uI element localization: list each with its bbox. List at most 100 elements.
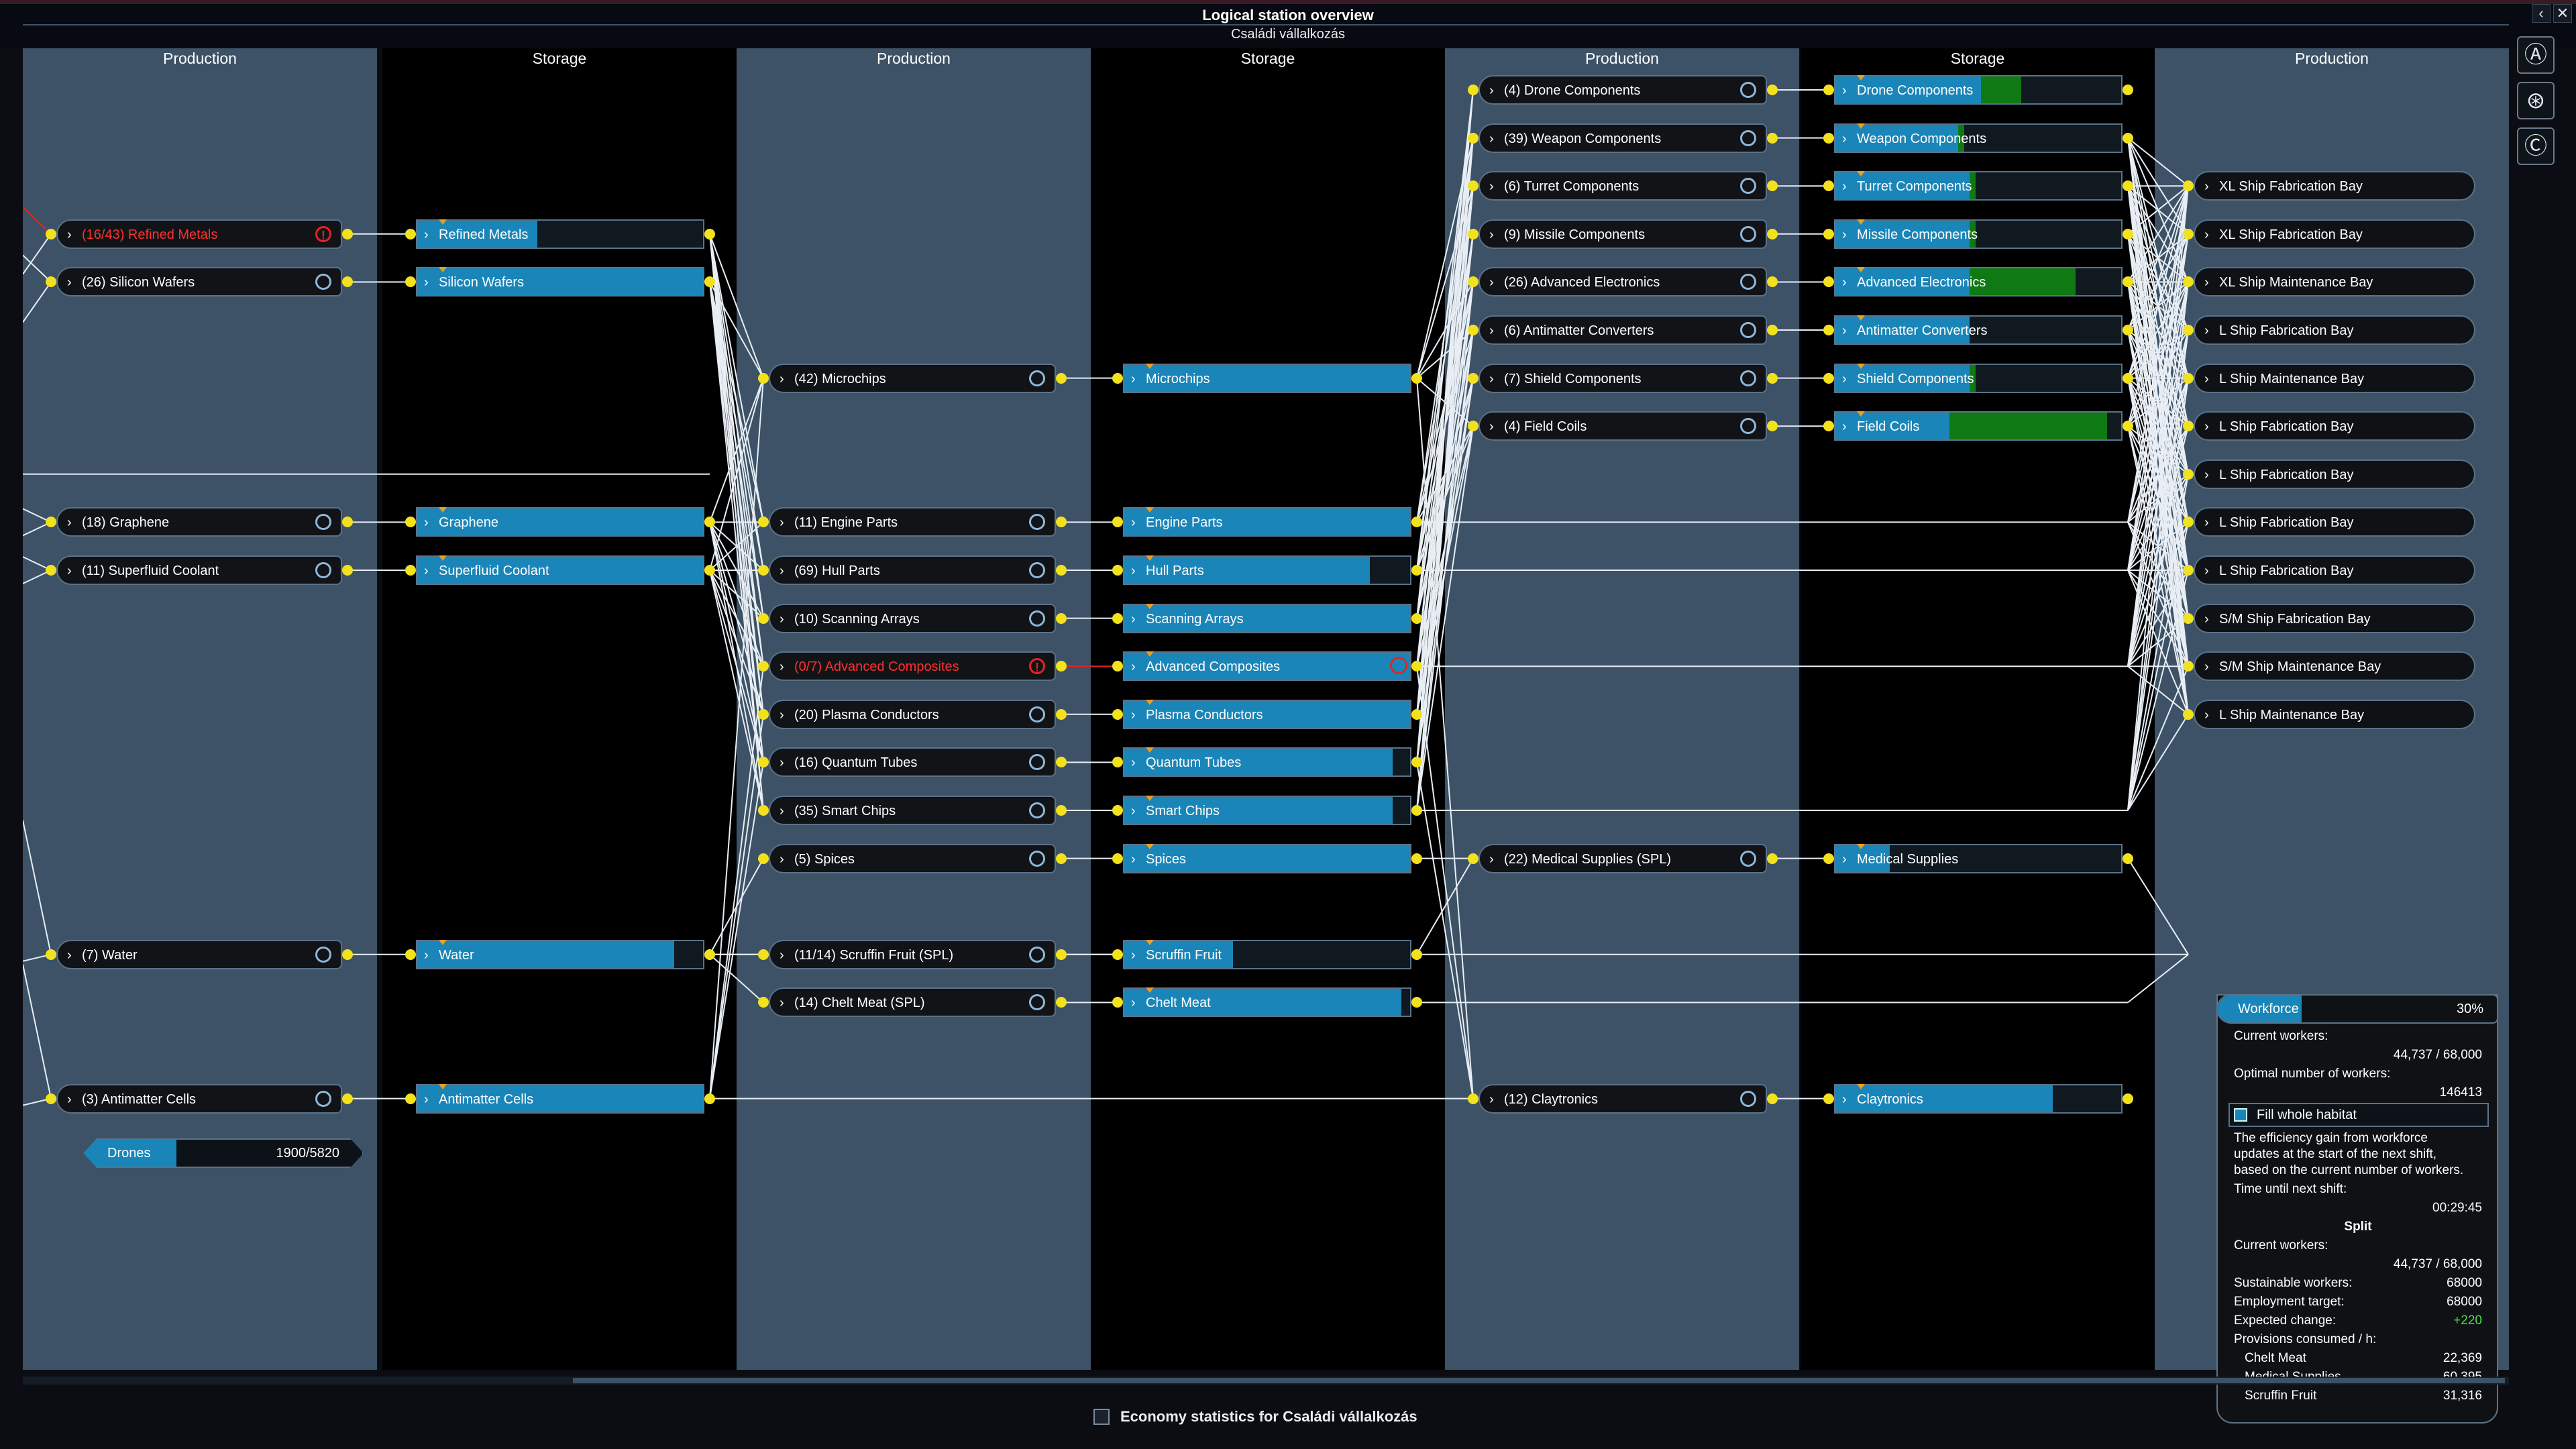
input-port[interactable] (2183, 612, 2194, 624)
storage-module[interactable]: › Weapon Components (1834, 123, 2123, 153)
chevron-right-icon[interactable]: › (424, 508, 429, 537)
production-module[interactable]: › (20) Plasma Conductors (769, 699, 1056, 729)
chevron-right-icon[interactable]: › (1131, 557, 1136, 585)
output-port[interactable] (1411, 853, 1422, 864)
storage-module[interactable]: › Antimatter Cells (416, 1083, 704, 1114)
storage-module[interactable]: › Plasma Conductors (1123, 699, 1411, 729)
storage-module[interactable]: › Shield Components (1834, 363, 2123, 393)
storage-module[interactable]: › Advanced Electronics (1834, 267, 2123, 297)
input-port[interactable] (46, 1093, 56, 1104)
production-module[interactable]: › (3) Antimatter Cells (56, 1083, 342, 1114)
input-port[interactable] (46, 228, 56, 239)
drones-bar[interactable]: Drones 1900/5820 (83, 1138, 364, 1168)
input-port[interactable] (2183, 565, 2194, 576)
chevron-right-icon[interactable]: › (67, 557, 72, 585)
production-module[interactable]: › (26) Advanced Electronics (1479, 267, 1767, 297)
production-module[interactable]: › (0/7) Advanced Composites (769, 651, 1056, 682)
chevron-right-icon[interactable]: › (1842, 413, 1847, 441)
side-tool-a[interactable]: Ⓐ (2517, 36, 2555, 74)
chevron-right-icon[interactable]: › (424, 941, 429, 969)
storage-module[interactable]: › Engine Parts (1123, 507, 1411, 537)
input-port[interactable] (1112, 949, 1123, 960)
gear-icon[interactable] (1029, 514, 1045, 531)
chevron-right-icon[interactable]: › (67, 268, 72, 297)
output-port[interactable] (2123, 132, 2133, 144)
output-port[interactable] (2123, 228, 2133, 239)
ship-bay-module[interactable]: › L Ship Fabrication Bay (2194, 459, 2475, 489)
input-port[interactable] (1823, 325, 1834, 335)
input-port[interactable] (1112, 565, 1123, 576)
gear-icon[interactable] (1740, 418, 1756, 435)
chevron-right-icon[interactable]: › (424, 1085, 429, 1114)
output-port[interactable] (1411, 612, 1422, 624)
input-port[interactable] (1823, 1093, 1834, 1104)
chevron-right-icon[interactable]: › (1489, 76, 1494, 105)
chevron-right-icon[interactable]: › (2204, 221, 2209, 249)
output-port[interactable] (1411, 805, 1422, 816)
chevron-right-icon[interactable]: › (1842, 221, 1847, 249)
output-port[interactable] (1411, 708, 1422, 720)
chevron-right-icon[interactable]: › (780, 941, 784, 969)
gear-icon[interactable] (1740, 370, 1756, 386)
production-module[interactable]: › (7) Shield Components (1479, 363, 1767, 393)
chevron-right-icon[interactable]: › (780, 557, 784, 585)
chevron-right-icon[interactable]: › (67, 941, 72, 969)
output-port[interactable] (1056, 853, 1067, 864)
input-port[interactable] (1112, 612, 1123, 624)
input-port[interactable] (758, 372, 769, 384)
storage-module[interactable]: › Silicon Wafers (416, 267, 704, 297)
chevron-right-icon[interactable]: › (1131, 701, 1136, 729)
chevron-right-icon[interactable]: › (1489, 1085, 1494, 1114)
input-port[interactable] (1468, 132, 1479, 144)
input-port[interactable] (405, 949, 416, 960)
output-port[interactable] (1056, 372, 1067, 384)
output-port[interactable] (2123, 372, 2133, 384)
chevron-right-icon[interactable]: › (424, 557, 429, 585)
production-module[interactable]: › (11) Engine Parts (769, 507, 1056, 537)
ship-bay-module[interactable]: › L Ship Fabrication Bay (2194, 411, 2475, 441)
chevron-right-icon[interactable]: › (2204, 172, 2209, 201)
production-module[interactable]: › (7) Water (56, 939, 342, 969)
input-port[interactable] (1468, 853, 1479, 864)
production-module[interactable]: › (18) Graphene (56, 507, 342, 537)
gear-icon[interactable] (1029, 562, 1045, 578)
chevron-right-icon[interactable]: › (1842, 1085, 1847, 1114)
chevron-right-icon[interactable]: › (780, 797, 784, 825)
chevron-right-icon[interactable]: › (780, 701, 784, 729)
chevron-right-icon[interactable]: › (780, 749, 784, 777)
economy-statistics-toggle[interactable]: Economy statistics for Családi vállalkoz… (1093, 1406, 1523, 1429)
storage-module[interactable]: › Superfluid Coolant (416, 555, 704, 585)
gear-icon[interactable] (315, 1090, 331, 1107)
output-port[interactable] (1767, 132, 1778, 144)
chevron-right-icon[interactable]: › (1842, 172, 1847, 201)
input-port[interactable] (1112, 805, 1123, 816)
production-module[interactable]: › (39) Weapon Components (1479, 123, 1767, 153)
chevron-right-icon[interactable]: › (1489, 365, 1494, 393)
input-port[interactable] (1112, 372, 1123, 384)
storage-module[interactable]: › Refined Metals (416, 219, 704, 249)
side-tool-network[interactable]: ⊛ (2517, 82, 2555, 119)
input-port[interactable] (46, 565, 56, 576)
input-port[interactable] (1468, 85, 1479, 95)
production-module[interactable]: › (5) Spices (769, 843, 1056, 873)
input-port[interactable] (1468, 325, 1479, 335)
output-port[interactable] (342, 228, 353, 239)
gear-icon[interactable] (1740, 274, 1756, 290)
chevron-right-icon[interactable]: › (1131, 749, 1136, 777)
production-module[interactable]: › (6) Turret Components (1479, 171, 1767, 201)
output-port[interactable] (2123, 325, 2133, 335)
chevron-right-icon[interactable]: › (2204, 317, 2209, 345)
chevron-right-icon[interactable]: › (1489, 221, 1494, 249)
production-module[interactable]: › (14) Chelt Meat (SPL) (769, 987, 1056, 1018)
input-port[interactable] (1468, 1093, 1479, 1104)
gear-icon[interactable] (1740, 82, 1756, 98)
ship-bay-module[interactable]: › L Ship Fabrication Bay (2194, 315, 2475, 345)
chevron-right-icon[interactable]: › (67, 508, 72, 537)
output-port[interactable] (2123, 853, 2133, 864)
chevron-right-icon[interactable]: › (1489, 317, 1494, 345)
chevron-right-icon[interactable]: › (780, 989, 784, 1017)
input-port[interactable] (1468, 372, 1479, 384)
input-port[interactable] (1112, 853, 1123, 864)
storage-module[interactable]: › Quantum Tubes (1123, 747, 1411, 777)
input-port[interactable] (46, 949, 56, 960)
